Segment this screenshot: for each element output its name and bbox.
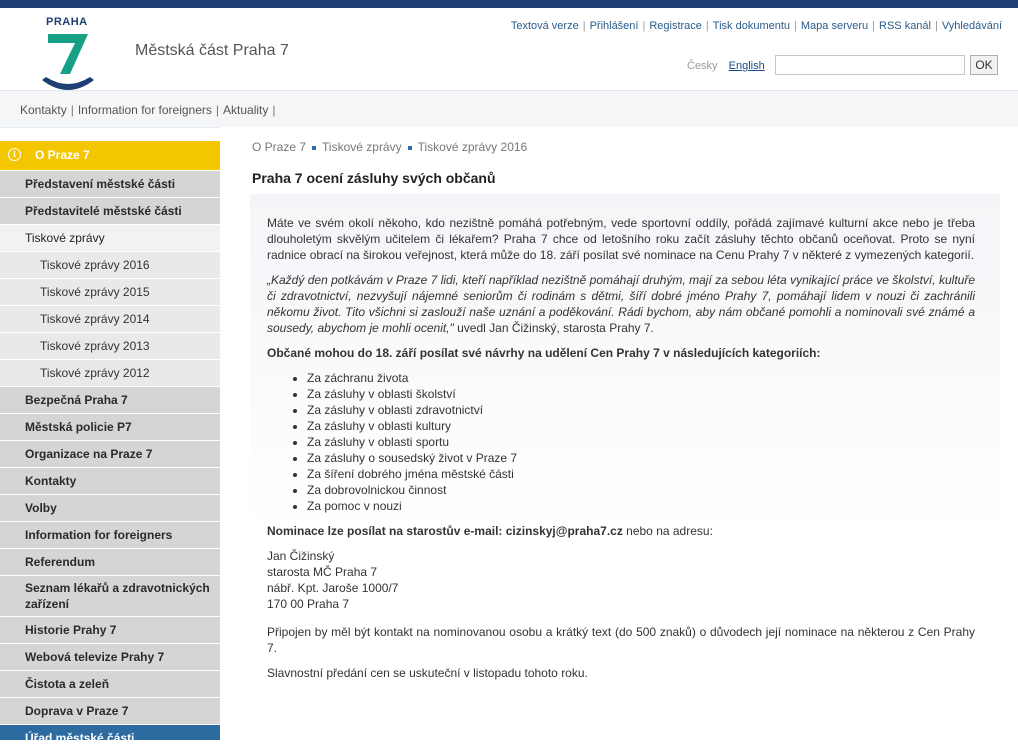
sidebar-item[interactable]: Bezpečná Praha 7 bbox=[0, 386, 220, 413]
sidebar-item[interactable]: Tiskové zprávy 2013 bbox=[0, 332, 220, 359]
sidebar-item[interactable]: Kontakty bbox=[0, 467, 220, 494]
lang-english[interactable]: English bbox=[729, 60, 765, 72]
breadcrumb-tiskove-zpravy-2016[interactable]: Tiskové zprávy 2016 bbox=[418, 140, 528, 154]
lang-czech: Česky bbox=[687, 60, 718, 72]
praha7-logo[interactable]: PRAHA bbox=[36, 16, 100, 94]
sidebar-item[interactable]: Historie Prahy 7 bbox=[0, 616, 220, 643]
category-item: Za zásluhy v oblasti kultury bbox=[307, 418, 975, 434]
sidebar-item[interactable]: Organizace na Praze 7 bbox=[0, 440, 220, 467]
category-item: Za pomoc v nouzi bbox=[307, 498, 975, 514]
postal-address: Jan Čižinský starosta MČ Praha 7 nábř. Kpt… bbox=[267, 548, 975, 612]
link-search[interactable]: Vyhledávání bbox=[942, 20, 1002, 32]
top-bar bbox=[0, 0, 1018, 8]
sidebar-item[interactable]: Webová televize Prahy 7 bbox=[0, 643, 220, 670]
address-line: 170 00 Praha 7 bbox=[267, 597, 350, 611]
sidebar-item[interactable]: Tiskové zprávy bbox=[0, 224, 220, 251]
link-sitemap[interactable]: Mapa serveru bbox=[801, 20, 868, 32]
link-print[interactable]: Tisk dokumentu bbox=[713, 20, 790, 32]
sidebar-item[interactable]: Doprava v Praze 7 bbox=[0, 697, 220, 724]
sidebar-item[interactable]: Tiskové zprávy 2015 bbox=[0, 278, 220, 305]
sidebar-item[interactable]: Tiskové zprávy 2016 bbox=[0, 251, 220, 278]
sidebar: i O Praze 7 Představení městské části Pře… bbox=[0, 141, 220, 754]
link-rss[interactable]: RSS kanál bbox=[879, 20, 931, 32]
torn-edge bbox=[0, 740, 1018, 754]
sidebar-item[interactable]: Referendum bbox=[0, 548, 220, 575]
sidebar-item[interactable]: Volby bbox=[0, 494, 220, 521]
info-icon: i bbox=[8, 148, 21, 161]
category-item: Za šíření dobrého jména městské části bbox=[307, 466, 975, 482]
sidebar-item[interactable]: Tiskové zprávy 2014 bbox=[0, 305, 220, 332]
address-line: starosta MČ Praha 7 bbox=[267, 565, 378, 579]
page-title: Praha 7 ocení zásluhy svých občanů bbox=[252, 170, 496, 186]
breadcrumb-tiskove-zpravy[interactable]: Tiskové zprávy bbox=[322, 140, 402, 154]
breadcrumb-separator-icon bbox=[312, 145, 317, 150]
category-item: Za zásluhy v oblasti školství bbox=[307, 386, 975, 402]
site-title: Městská část Praha 7 bbox=[135, 42, 289, 59]
attachment-paragraph: Připojen by měl být kontakt na nominovan… bbox=[267, 625, 975, 655]
address-line: nábř. Kpt. Jaroše 1000/7 bbox=[267, 581, 399, 595]
link-register[interactable]: Registrace bbox=[649, 20, 702, 32]
category-item: Za zásluhy v oblasti zdravotnictví bbox=[307, 402, 975, 418]
sidebar-head-o-praze-7[interactable]: i O Praze 7 bbox=[0, 141, 220, 170]
link-login[interactable]: Přihlášení bbox=[590, 20, 639, 32]
sidebar-item[interactable]: Čistota a zeleň bbox=[0, 670, 220, 697]
categories-heading: Občané mohou do 18. září posílat své náv… bbox=[267, 346, 821, 360]
category-item: Za záchranu života bbox=[307, 370, 975, 386]
quote-author: uvedl Jan Čižinský, starosta Prahy 7. bbox=[453, 321, 654, 335]
main-content: O Praze 7 Tiskové zprávy Tiskové zprávy 20… bbox=[220, 127, 1018, 754]
header: PRAHA Městská část Praha 7 Textová verze… bbox=[0, 8, 1018, 91]
nomination-email: Nominace lze posílat na starostův e-mail… bbox=[267, 524, 623, 538]
category-item: Za dobrovolnickou činnost bbox=[307, 482, 975, 498]
breadcrumb-o-praze-7[interactable]: O Praze 7 bbox=[252, 140, 306, 154]
logo-seven-icon bbox=[42, 34, 94, 90]
nomination-paragraph: Nominace lze posílat na starostův e-mail… bbox=[267, 524, 713, 538]
subnav-aktuality[interactable]: Aktuality bbox=[223, 103, 268, 117]
category-item: Za zásluhy o sousedský život v Praze 7 bbox=[307, 450, 975, 466]
search-ok-button[interactable]: OK bbox=[970, 55, 998, 75]
language-switch: Česky English bbox=[687, 60, 765, 72]
breadcrumb: O Praze 7 Tiskové zprávy Tiskové zprávy 20… bbox=[252, 140, 527, 154]
category-item: Za zásluhy v oblasti sportu bbox=[307, 434, 975, 450]
article-intro: Máte ve svém okolí někoho, kdo nezištně … bbox=[267, 216, 975, 262]
sidebar-item[interactable]: Městská policie P7 bbox=[0, 413, 220, 440]
sidebar-item[interactable]: Seznam lékařů a zdravotnických zařízení bbox=[0, 575, 220, 616]
article-body: Máte ve svém okolí někoho, kdo nezištně … bbox=[267, 215, 975, 690]
ceremony-paragraph: Slavnostní předání cen se uskuteční v li… bbox=[267, 666, 588, 680]
breadcrumb-separator-icon bbox=[407, 145, 412, 150]
top-links: Textová verze | Přihlášení | Registrace | Tisk… bbox=[510, 20, 1002, 32]
sidebar-item[interactable]: Představitelé městské části bbox=[0, 197, 220, 224]
link-text-version[interactable]: Textová verze bbox=[511, 20, 579, 32]
sidebar-item[interactable]: Představení městské části bbox=[0, 170, 220, 197]
search-input[interactable] bbox=[775, 55, 965, 75]
sidebar-item[interactable]: Information for foreigners bbox=[0, 521, 220, 548]
sidebar-item[interactable]: Tiskové zprávy 2012 bbox=[0, 359, 220, 386]
subnav-foreigners[interactable]: Information for foreigners bbox=[78, 103, 212, 117]
article-quote-paragraph: „Každý den potkávám v Praze 7 lidi, kteř… bbox=[267, 272, 975, 336]
subnav-kontakty[interactable]: Kontakty bbox=[20, 103, 67, 117]
address-line: Jan Čižinský bbox=[267, 549, 335, 563]
categories-list: Za záchranu životaZa zásluhy v oblasti š… bbox=[267, 370, 975, 514]
secondary-nav: Kontakty | Information for foreigners | Aktu… bbox=[0, 91, 1018, 128]
